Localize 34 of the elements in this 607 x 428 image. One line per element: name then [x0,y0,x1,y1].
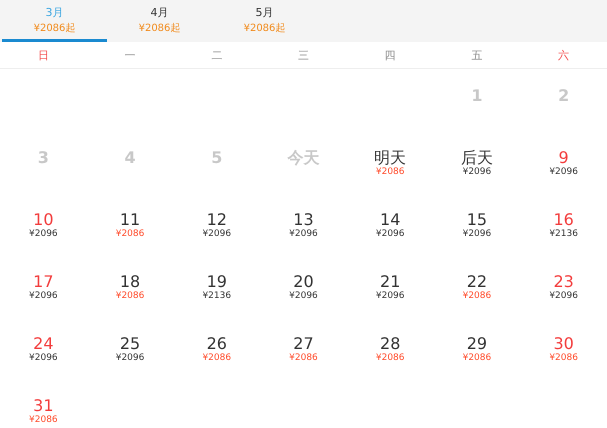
date-cell[interactable]: 16 ¥2136 [528,204,599,266]
month-tab[interactable]: 4月 ¥2086起 [107,0,212,42]
weekday-label: 二 [211,48,222,62]
date-cell[interactable]: 18 ¥2086 [95,266,166,328]
date-cell[interactable]: 22 ¥2086 [442,266,512,328]
date-cell[interactable]: 25 ¥2096 [95,328,166,390]
date-cell[interactable]: 17 ¥2096 [8,266,78,328]
date-cell[interactable]: 21 ¥2096 [355,266,426,328]
weekday-label: 五 [471,48,482,62]
date-cell[interactable]: 23 ¥2096 [528,266,599,328]
date-cell[interactable]: 明天 ¥2086 [355,142,426,204]
weekday-label: 四 [384,48,396,62]
date-cell[interactable]: 27 ¥2086 [268,328,338,390]
date-cell[interactable]: 13 ¥2096 [268,204,338,266]
date-cell[interactable]: 30 ¥2086 [528,328,599,390]
date-cell[interactable]: 19 ¥2136 [182,266,252,328]
date-cell[interactable]: 26 ¥2086 [182,328,252,390]
date-cell[interactable]: 14 ¥2096 [355,204,426,266]
date-cell[interactable]: 15 ¥2096 [442,204,512,266]
date-cell[interactable]: 12 ¥2096 [182,204,252,266]
weekday-label: 一 [124,48,136,62]
date-cell[interactable]: 29 ¥2086 [442,328,512,390]
weekday-label: 日 [38,48,49,62]
date-cell[interactable]: 20 ¥2096 [268,266,338,328]
weekday-label: 三 [298,48,309,62]
date-cell[interactable]: 后天 ¥2096 [442,142,512,204]
date-cell[interactable]: 31 ¥2086 [8,390,78,428]
month-tab[interactable]: 5月 ¥2086起 [212,0,317,42]
date-cell[interactable]: 9 ¥2096 [528,142,599,204]
date-cell[interactable]: 24 ¥2096 [8,328,78,390]
date-cell[interactable]: 28 ¥2086 [355,328,426,390]
date-cell[interactable]: 11 ¥2086 [95,204,166,266]
weekday-label: 六 [558,48,570,62]
date-cell[interactable]: 10 ¥2096 [8,204,78,266]
